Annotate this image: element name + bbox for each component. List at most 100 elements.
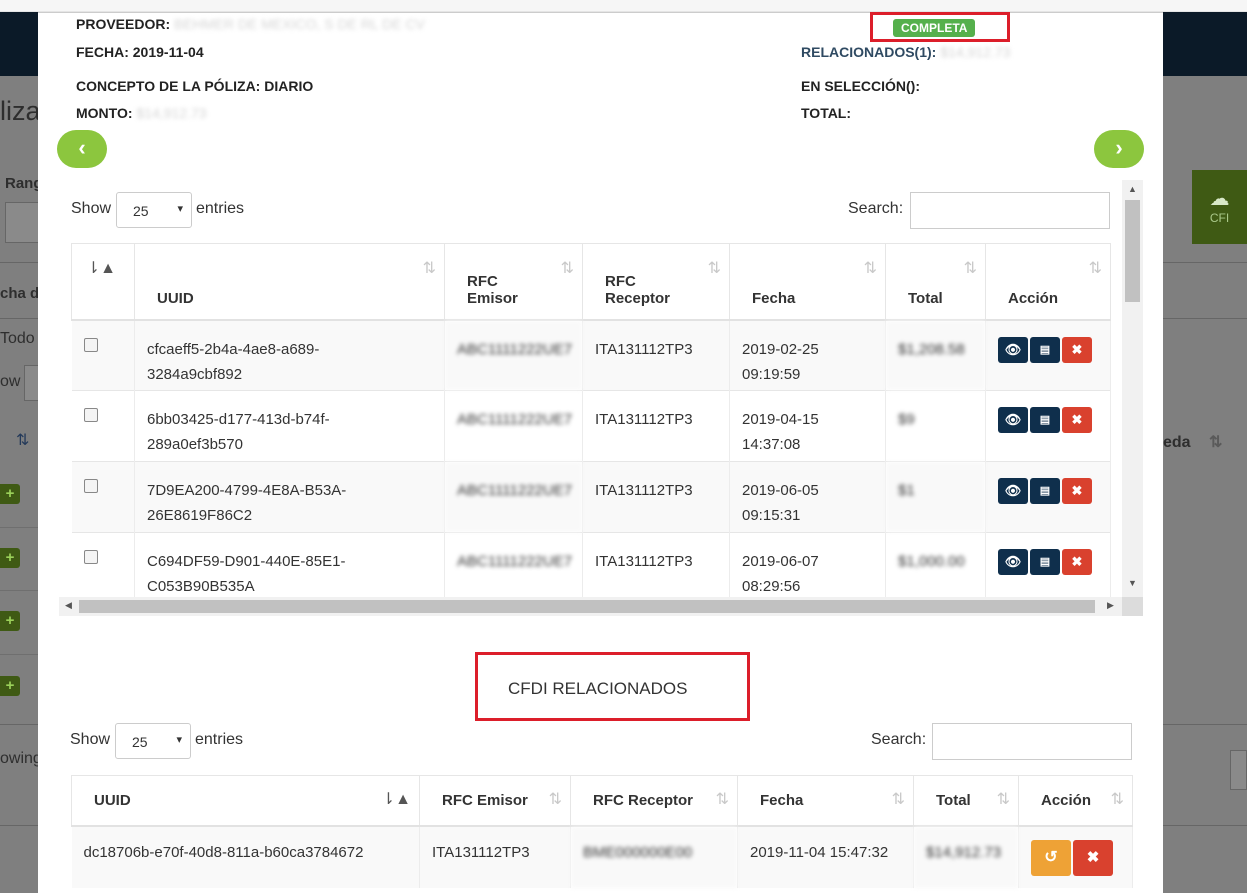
total-cell: $1 [885,461,986,533]
scroll-right-icon[interactable]: ▶ [1107,600,1114,611]
relacionados-info: RELACIONADOS(1): $14,912.73 [801,44,1010,60]
row-checkbox[interactable] [83,479,98,493]
table2-entries-select[interactable]: 25 ▾ [115,723,191,759]
pdf-icon: ▤ [1039,343,1051,356]
column-header-accion[interactable]: Acción ⇅ [1018,775,1133,827]
background-upload-label: CFI [1209,211,1230,225]
column-header-accion[interactable]: Acción ⇅ [985,243,1111,321]
rfc-receptor-cell: ITA131112TP3 [582,319,730,391]
total-info: TOTAL: [801,105,852,121]
sort-icon: ⇅ [891,791,905,808]
row-select-cell [71,319,135,391]
horizontal-scroll-thumb[interactable] [79,600,1095,613]
vertical-scroll-thumb[interactable] [1125,200,1140,302]
remove-button[interactable]: ✖ [1062,336,1092,363]
background-row-divider [0,654,40,655]
column-header-rfc-receptor[interactable]: RFC Receptor ⇅ [570,775,738,827]
accion-cell: 👁 ▤ ✖ [985,319,1111,391]
pdf-button[interactable]: ▤ [1030,407,1060,433]
background-expand-plus-icon[interactable]: + [0,676,20,696]
horizontal-scrollbar[interactable]: ◀ ▶ [59,597,1143,616]
scroll-left-icon[interactable]: ◀ [65,600,72,611]
row-checkbox[interactable] [83,408,98,422]
pdf-icon: ▤ [1039,485,1051,497]
table2-search-input[interactable] [932,723,1132,760]
column-header-uuid[interactable]: UUID ⇅ [134,243,445,321]
rfc-receptor-cell: ITA131112TP3 [582,532,730,604]
table1-search-input[interactable] [910,192,1110,229]
pdf-button[interactable]: ▤ [1030,549,1060,575]
background-showing-label: owing [0,750,42,767]
remove-button[interactable]: ✖ [1062,478,1092,504]
status-badge: COMPLETA [893,19,976,37]
view-button[interactable]: 👁 [998,549,1028,575]
table2-show-label: Show [70,731,111,748]
column-header-rfc-emisor[interactable]: RFC Emisor ⇅ [419,775,571,827]
background-expand-plus-icon[interactable]: + [0,484,20,504]
column-header-total[interactable]: Total ⇅ [885,243,986,321]
table2-entries-label: entries [195,731,244,748]
table-header-row: ⇂▲ UUID ⇅ RFC Emisor ⇅ RFC Receptor ⇅ Fecha… [71,243,1111,321]
uuid-cell: 7D9EA200-4799-4E8A-B53A- 26E8619F86C2 [134,461,445,533]
column-header-label: RFC Receptor [605,272,671,307]
background-expand-plus-icon[interactable]: + [0,611,20,631]
eye-icon: 👁 [1004,483,1022,498]
background-pagination-box[interactable] [1230,750,1247,790]
remove-button[interactable]: ✖ [1062,407,1092,433]
vertical-scrollbar[interactable]: ▲ ▼ [1122,180,1143,597]
pdf-button[interactable]: ▤ [1030,336,1060,363]
column-header-rfc-emisor[interactable]: RFC Emisor ⇅ [444,243,583,321]
fecha-cell: 2019-11-04 15:47:32 [737,825,914,888]
sort-icon: ⇅ [548,791,562,808]
chevron-right-icon: › [1115,135,1123,160]
undo-button[interactable]: ↺ [1031,839,1071,876]
uuid-cell: dc18706b-e70f-40d8-811a-b60ca3784672 [71,825,420,888]
sort-active-icon: ⇂▲ [381,791,411,808]
view-button[interactable]: 👁 [998,478,1028,504]
sort-icon: ⇅ [1088,260,1102,277]
table1-entries-select[interactable]: 25 ▾ [116,192,192,228]
background-fecha-label: cha d [0,285,40,302]
prev-poliza-button[interactable]: ‹ [57,130,107,168]
cfdi-relacionados-highlight-box: CFDI RELACIONADOS [475,652,750,721]
pdf-button[interactable]: ▤ [1030,478,1060,504]
background-show-label: ow [0,373,21,390]
remove-button[interactable]: ✖ [1073,839,1113,876]
column-header-fecha[interactable]: Fecha ⇅ [729,243,886,321]
background-upload-cfdi-button[interactable]: ☁ CFI [1192,170,1247,244]
scroll-down-icon[interactable]: ▼ [1128,578,1137,588]
column-header-rfc-receptor[interactable]: RFC Receptor ⇅ [582,243,730,321]
column-header-uuid[interactable]: UUID ⇂▲ [71,775,420,827]
background-sort-icon[interactable]: ⇅ [16,430,29,450]
column-header-total[interactable]: Total ⇅ [913,775,1019,827]
rfc-emisor-cell: ABC1111222UE7 [444,532,583,604]
table-row: C694DF59-D901-440E-85E1- C053B90B535A AB… [71,532,1111,604]
eye-icon: 👁 [1004,412,1022,427]
view-button[interactable]: 👁 [998,336,1028,363]
accion-cell: ↺ ✖ [1018,825,1133,888]
close-icon: ✖ [1071,341,1083,357]
rfc-emisor-cell: ABC1111222UE7 [444,319,583,391]
view-button[interactable]: 👁 [998,407,1028,433]
rfc-receptor-cell: BME000000E00 [570,825,738,888]
next-poliza-button[interactable]: › [1094,130,1144,168]
status-highlight-box: COMPLETA [870,12,1010,42]
table2-entries-value: 25 [132,734,148,750]
column-header-fecha[interactable]: Fecha ⇅ [737,775,914,827]
upload-cloud-icon: ☁ [1209,188,1230,210]
fecha-info: FECHA: 2019-11-04 [76,44,204,60]
background-sort-icon[interactable]: ⇅ [1209,434,1222,451]
table1-search-label: Search: [848,200,904,217]
remove-button[interactable]: ✖ [1062,549,1092,575]
background-expand-plus-icon[interactable]: + [0,548,20,568]
cfdi-table: ⇂▲ UUID ⇅ RFC Emisor ⇅ RFC Receptor ⇅ Fecha… [71,243,1111,604]
scroll-up-icon[interactable]: ▲ [1128,184,1137,194]
row-checkbox[interactable] [83,337,98,352]
relacionados-label: RELACIONADOS(1): [801,44,937,60]
rfc-receptor-cell: ITA131112TP3 [582,390,730,462]
column-header-label: Acción [1008,289,1059,307]
column-header-select[interactable]: ⇂▲ [71,243,135,321]
sort-icon: ⇅ [560,260,574,277]
row-checkbox[interactable] [83,550,98,564]
background-todo-label: Todo [0,330,35,347]
